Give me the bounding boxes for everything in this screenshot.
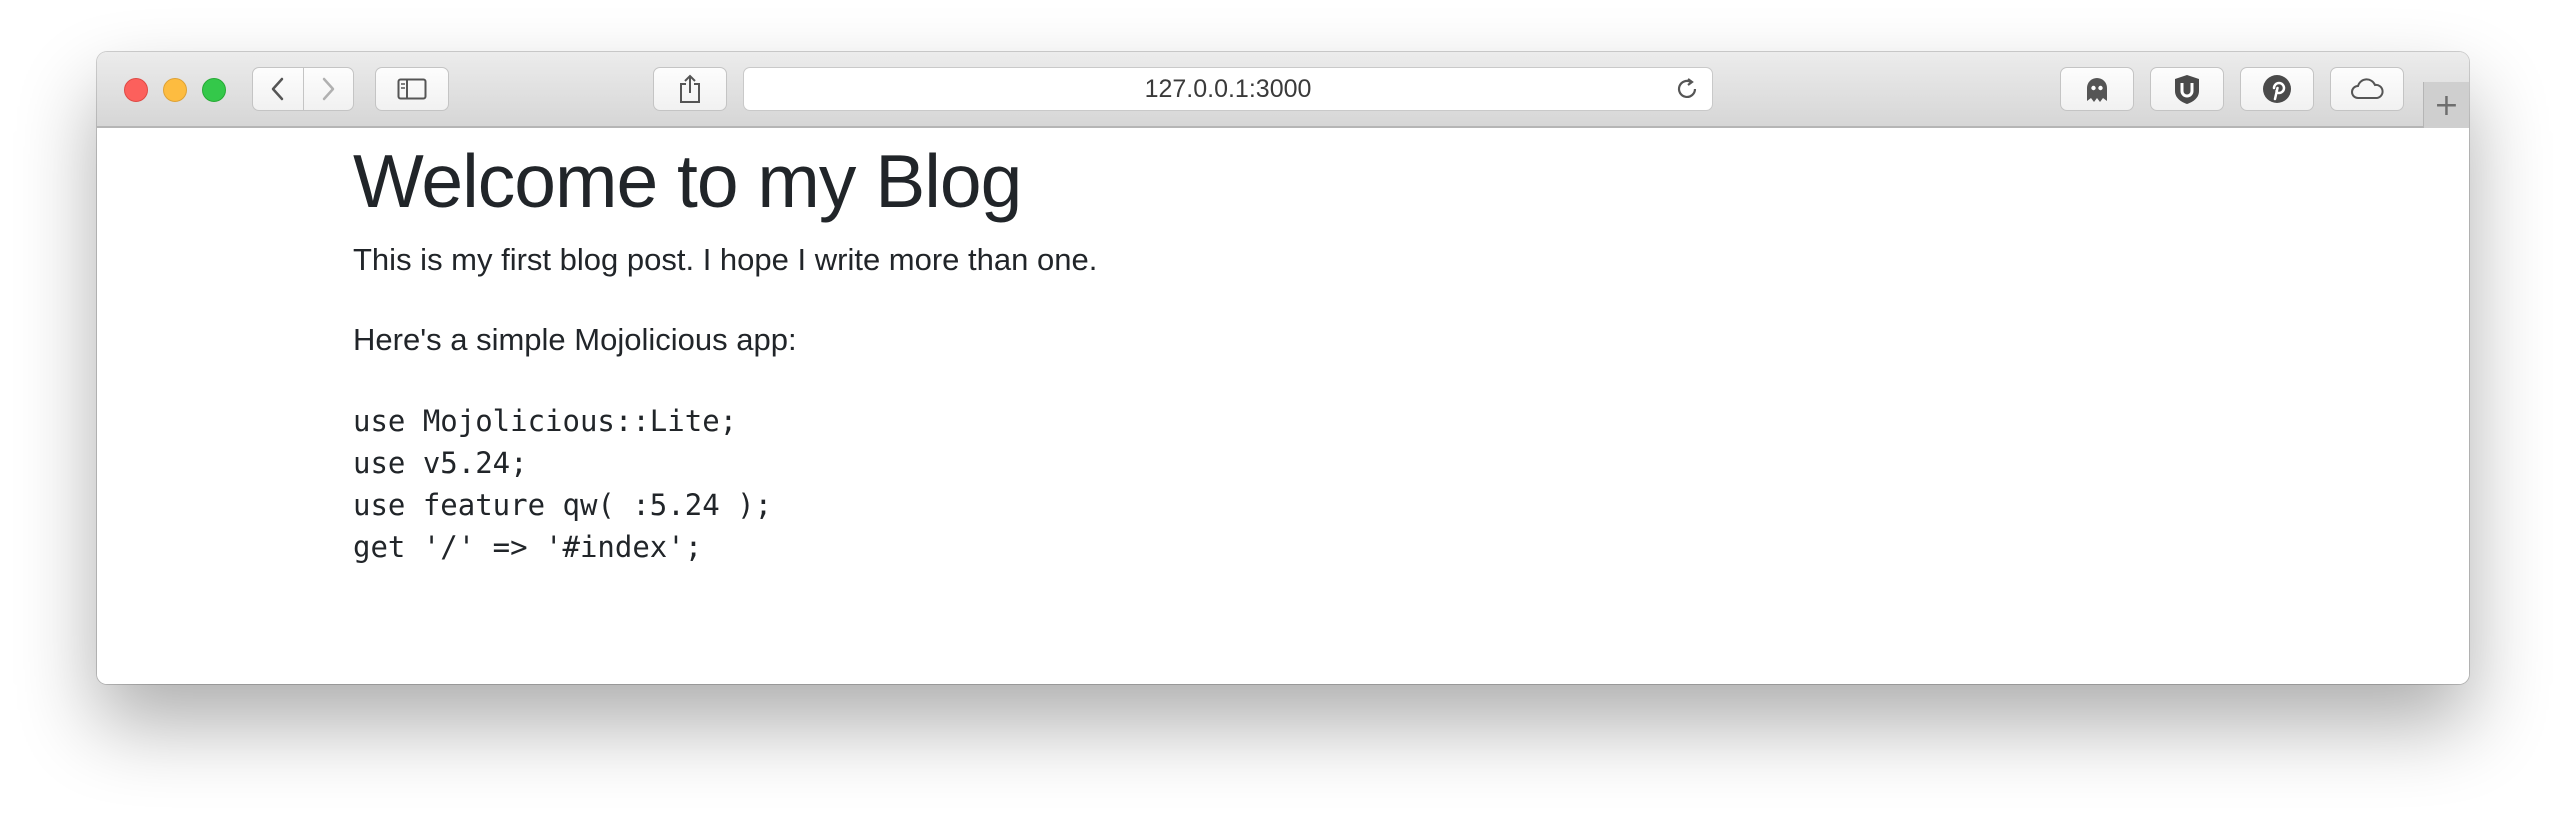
cloud-icon <box>2351 78 2384 99</box>
ghost-icon <box>2087 78 2107 102</box>
minimize-window-button[interactable] <box>163 78 187 102</box>
sidebar-icon <box>397 78 427 100</box>
zoom-window-button[interactable] <box>202 78 226 102</box>
url-text: 127.0.0.1:3000 <box>1144 74 1312 103</box>
app-intro-paragraph: Here's a simple Mojolicious app: <box>353 322 797 357</box>
code-line: get '/' => '#index'; <box>353 530 703 564</box>
code-line: use feature qw( :5.24 ); <box>353 488 773 522</box>
page-title: Welcome to my Blog <box>353 139 1022 223</box>
code-block: use Mojolicious::Lite;use v5.24;use feat… <box>353 400 2253 568</box>
back-button[interactable] <box>253 68 303 110</box>
browser-toolbar: 127.0.0.1:3000 + <box>97 52 2469 128</box>
code-line: use v5.24; <box>353 446 528 480</box>
chevron-left-icon <box>271 77 283 101</box>
chevron-right-icon <box>323 77 335 101</box>
pinterest-extension-button[interactable] <box>2240 67 2314 111</box>
ghostery-extension-button[interactable] <box>2060 67 2134 111</box>
share-button[interactable] <box>653 67 727 111</box>
forward-button[interactable] <box>302 68 354 110</box>
pinterest-icon <box>2263 75 2291 103</box>
intro-paragraph: This is my first blog post. I hope I wri… <box>353 242 1098 277</box>
reload-icon[interactable] <box>1674 76 1700 102</box>
code-line: use Mojolicious::Lite; <box>353 404 738 438</box>
page-content: Welcome to my Blog This is my first blog… <box>97 128 2469 684</box>
close-window-button[interactable] <box>124 78 148 102</box>
new-tab-button[interactable]: + <box>2423 82 2469 128</box>
cloud-extension-button[interactable] <box>2330 67 2404 111</box>
address-bar[interactable]: 127.0.0.1:3000 <box>743 67 1713 111</box>
ublock-icon <box>2175 75 2199 104</box>
share-icon <box>680 74 700 103</box>
browser-window: 127.0.0.1:3000 + Welcome to my Blog This… <box>97 52 2469 684</box>
navigation-buttons <box>252 67 354 111</box>
blog-post: Welcome to my Blog This is my first blog… <box>353 128 2253 568</box>
ublock-extension-button[interactable] <box>2150 67 2224 111</box>
sidebar-button[interactable] <box>375 67 449 111</box>
